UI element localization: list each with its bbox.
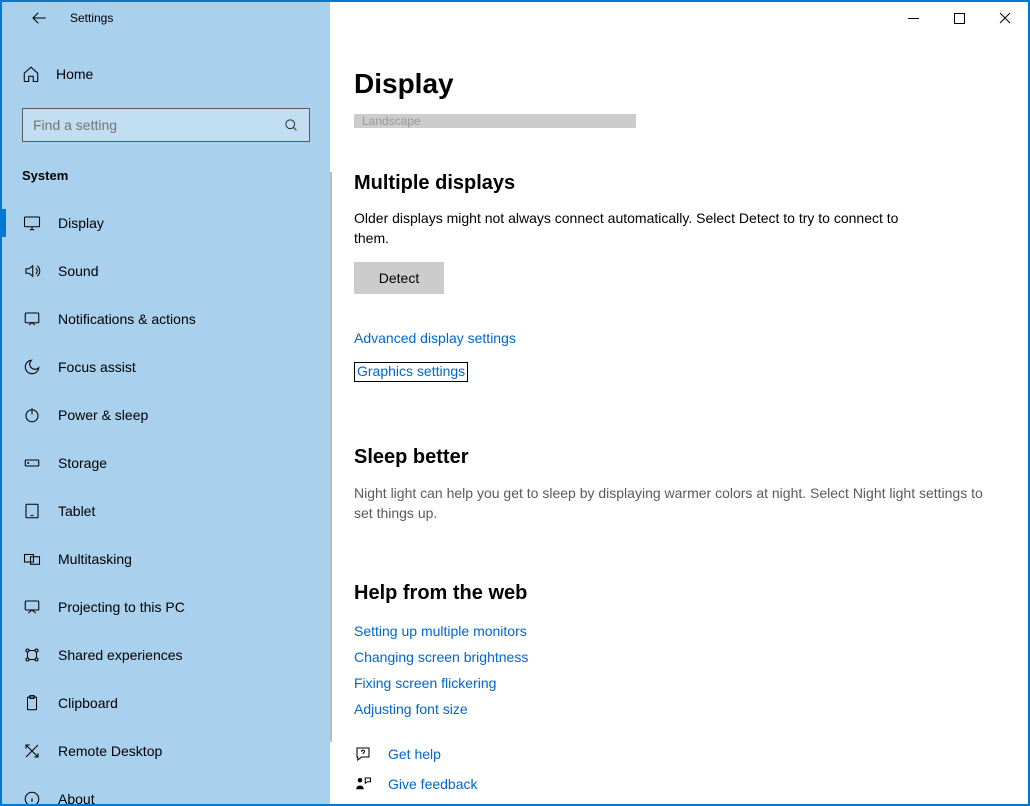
multiple-displays-text: Older displays might not always connect … bbox=[354, 209, 914, 248]
main-panel: Display Landscape Multiple displays Olde… bbox=[330, 34, 1028, 804]
clipboard-icon bbox=[22, 694, 42, 712]
feedback-icon bbox=[354, 775, 374, 793]
arrow-left-icon bbox=[30, 9, 48, 27]
minimize-icon bbox=[908, 13, 919, 24]
sidebar-item-label: Multitasking bbox=[58, 551, 132, 567]
maximize-icon bbox=[954, 13, 965, 24]
multiple-displays-heading: Multiple displays bbox=[354, 172, 1004, 195]
give-feedback-link[interactable]: Give feedback bbox=[388, 776, 478, 792]
maximize-button[interactable] bbox=[936, 2, 982, 34]
remote-desktop-icon bbox=[22, 742, 42, 760]
sidebar-item-label: About bbox=[58, 791, 95, 804]
detect-button[interactable]: Detect bbox=[354, 262, 444, 294]
home-icon bbox=[22, 65, 40, 83]
graphics-settings-link[interactable]: Graphics settings bbox=[357, 363, 465, 379]
close-icon bbox=[999, 12, 1011, 24]
home-label: Home bbox=[56, 66, 93, 82]
sidebar-item-notifications[interactable]: Notifications & actions bbox=[2, 295, 330, 343]
sidebar-item-label: Projecting to this PC bbox=[58, 599, 185, 615]
sidebar-item-label: Tablet bbox=[58, 503, 95, 519]
home-button[interactable]: Home bbox=[2, 54, 330, 94]
close-button[interactable] bbox=[982, 2, 1028, 34]
tablet-icon bbox=[22, 502, 42, 520]
notifications-icon bbox=[22, 310, 42, 328]
sidebar: Home System Display Sound Notifications … bbox=[2, 34, 330, 804]
projecting-icon bbox=[22, 598, 42, 616]
advanced-display-settings-link[interactable]: Advanced display settings bbox=[354, 330, 516, 346]
help-link-multiple-monitors[interactable]: Setting up multiple monitors bbox=[354, 623, 1004, 639]
help-from-web-heading: Help from the web bbox=[354, 582, 1004, 605]
help-link-flickering[interactable]: Fixing screen flickering bbox=[354, 675, 1004, 691]
sidebar-item-multitasking[interactable]: Multitasking bbox=[2, 535, 330, 583]
help-link-brightness[interactable]: Changing screen brightness bbox=[354, 649, 1004, 665]
sidebar-item-label: Clipboard bbox=[58, 695, 118, 711]
sidebar-item-clipboard[interactable]: Clipboard bbox=[2, 679, 330, 727]
get-help-link[interactable]: Get help bbox=[388, 746, 441, 762]
display-icon bbox=[22, 214, 42, 232]
shared-icon bbox=[22, 646, 42, 664]
sidebar-item-projecting[interactable]: Projecting to this PC bbox=[2, 583, 330, 631]
focus-assist-icon bbox=[22, 358, 42, 376]
sleep-better-heading: Sleep better bbox=[354, 446, 1004, 469]
sidebar-item-label: Power & sleep bbox=[58, 407, 148, 423]
orientation-dropdown[interactable]: Landscape bbox=[354, 114, 636, 128]
back-button[interactable] bbox=[22, 2, 56, 34]
search-icon bbox=[284, 118, 299, 133]
about-icon bbox=[22, 790, 42, 804]
sidebar-item-about[interactable]: About bbox=[2, 775, 330, 804]
search-input[interactable] bbox=[33, 117, 284, 133]
sidebar-item-label: Sound bbox=[58, 263, 98, 279]
storage-icon bbox=[22, 454, 42, 472]
get-help-icon bbox=[354, 745, 374, 763]
sidebar-item-display[interactable]: Display bbox=[2, 199, 330, 247]
sidebar-item-tablet[interactable]: Tablet bbox=[2, 487, 330, 535]
sidebar-item-label: Shared experiences bbox=[58, 647, 183, 663]
help-link-font-size[interactable]: Adjusting font size bbox=[354, 701, 1004, 717]
power-icon bbox=[22, 406, 42, 424]
category-label: System bbox=[2, 160, 330, 199]
sidebar-item-remote-desktop[interactable]: Remote Desktop bbox=[2, 727, 330, 775]
sidebar-item-storage[interactable]: Storage bbox=[2, 439, 330, 487]
sound-icon bbox=[22, 262, 42, 280]
sidebar-item-shared-experiences[interactable]: Shared experiences bbox=[2, 631, 330, 679]
sidebar-item-power-sleep[interactable]: Power & sleep bbox=[2, 391, 330, 439]
page-title: Display bbox=[330, 34, 1028, 100]
minimize-button[interactable] bbox=[890, 2, 936, 34]
sidebar-item-label: Remote Desktop bbox=[58, 743, 162, 759]
sidebar-item-label: Storage bbox=[58, 455, 107, 471]
window-title: Settings bbox=[70, 11, 113, 25]
sidebar-item-label: Focus assist bbox=[58, 359, 136, 375]
search-box[interactable] bbox=[22, 108, 310, 142]
sidebar-item-sound[interactable]: Sound bbox=[2, 247, 330, 295]
multitasking-icon bbox=[22, 550, 42, 568]
sidebar-item-focus-assist[interactable]: Focus assist bbox=[2, 343, 330, 391]
sidebar-item-label: Display bbox=[58, 215, 104, 231]
sleep-better-text: Night light can help you get to sleep by… bbox=[354, 483, 994, 524]
sidebar-item-label: Notifications & actions bbox=[58, 311, 196, 327]
